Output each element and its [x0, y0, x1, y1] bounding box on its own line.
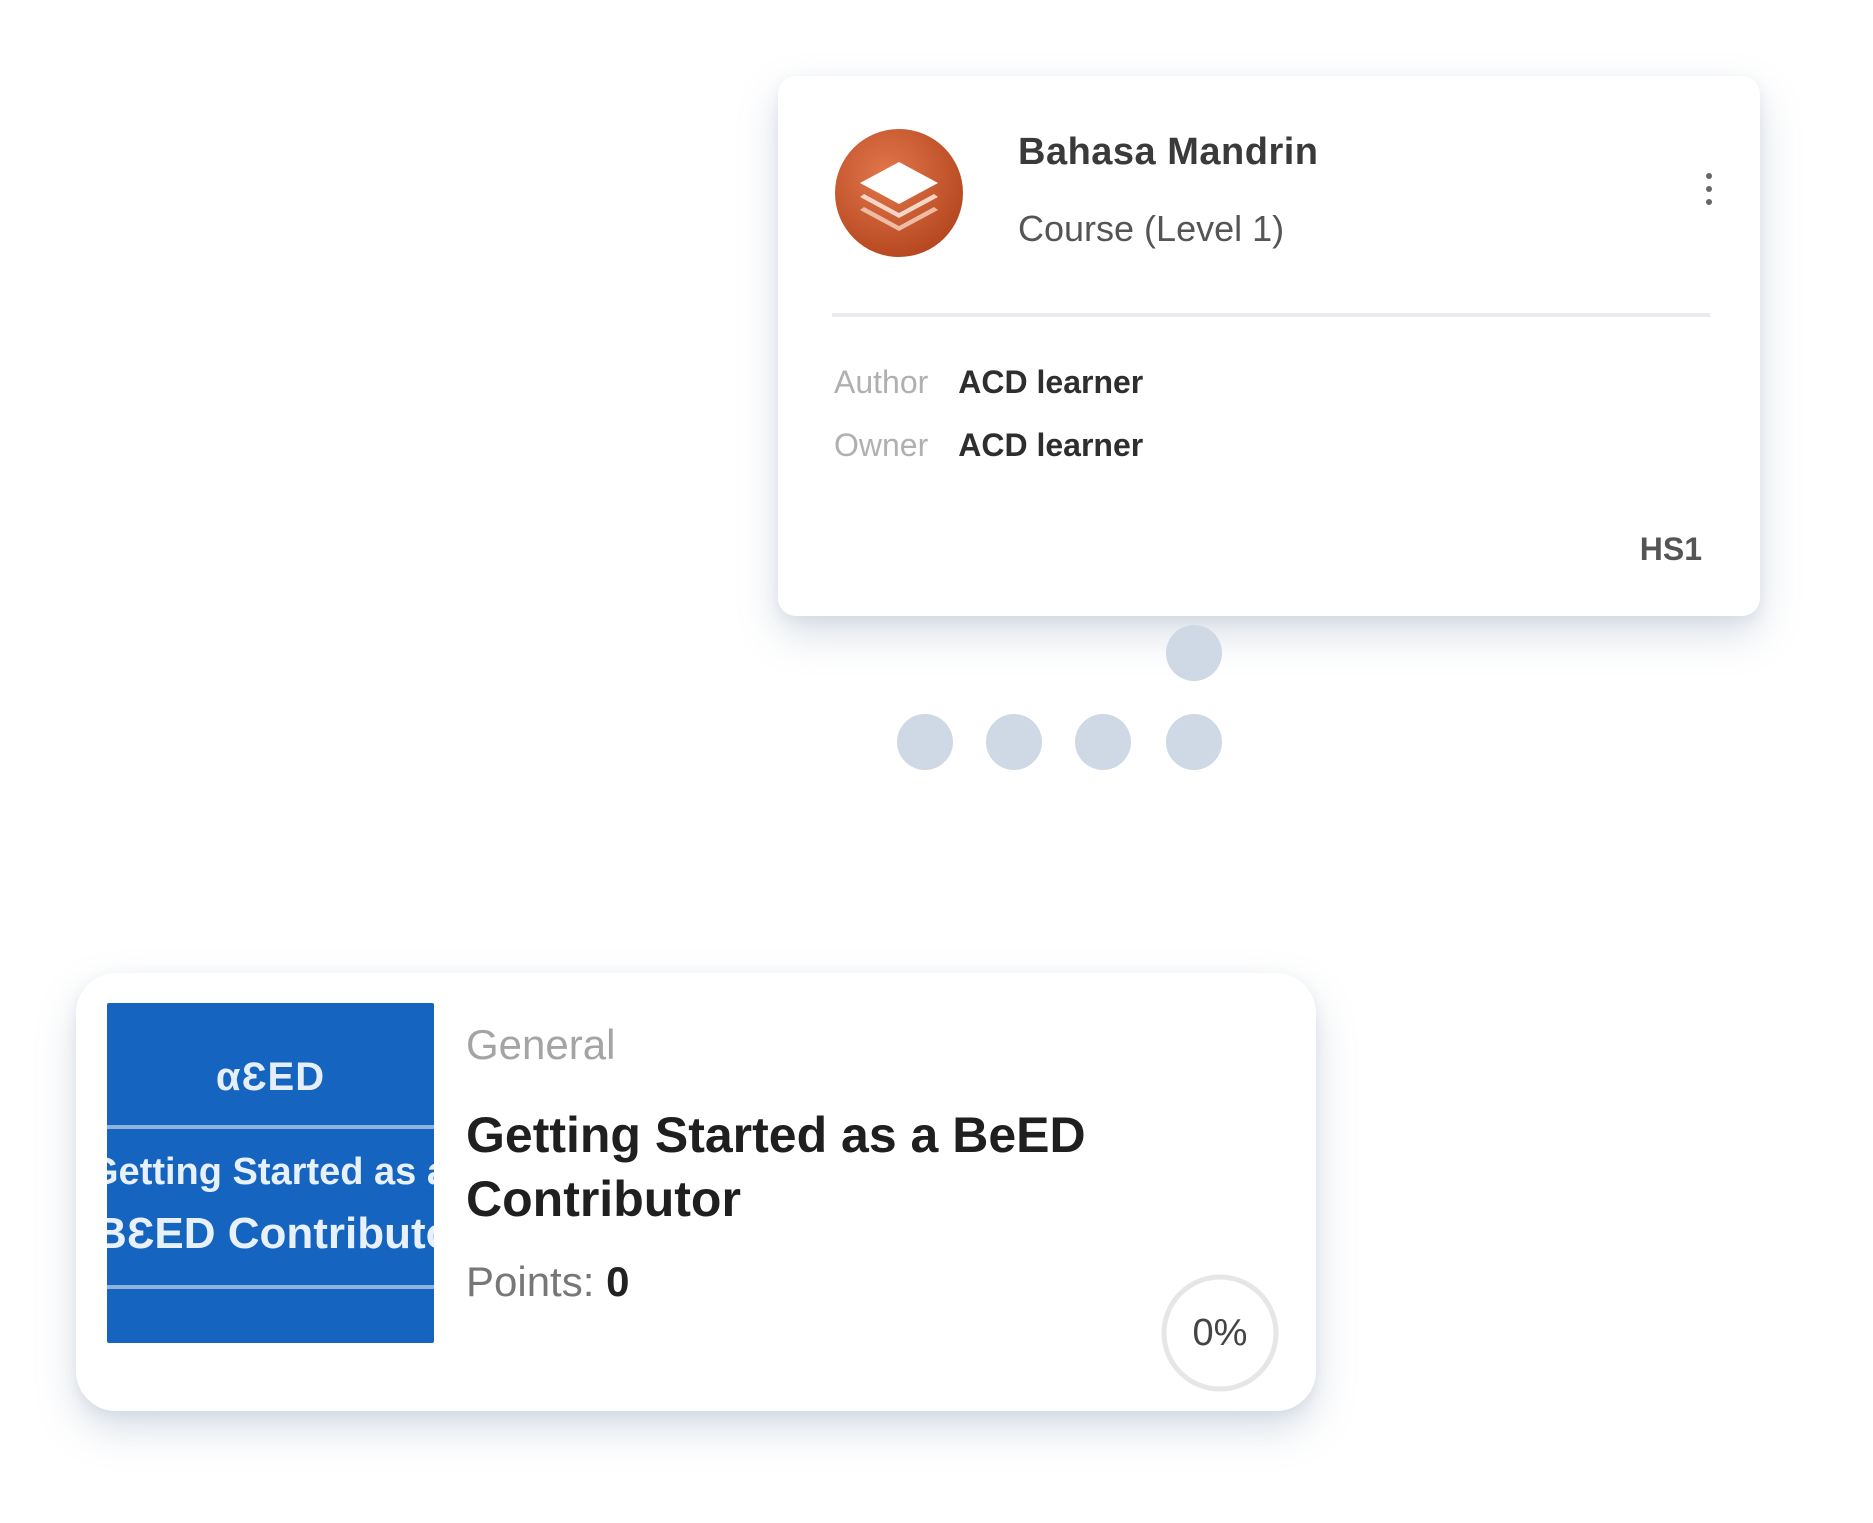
more-vertical-icon[interactable]	[1692, 164, 1726, 214]
layers-icon	[835, 129, 963, 257]
owner-row: Owner ACD learner	[834, 427, 1143, 464]
module-card[interactable]: αƐED Getting Started as a BƐED Contribut…	[76, 973, 1316, 1411]
author-row: Author ACD learner	[834, 364, 1143, 401]
course-card[interactable]: Bahasa Mandrin Course (Level 1) Author A…	[778, 76, 1760, 616]
decorative-dot	[897, 714, 953, 770]
module-title[interactable]: Getting Started as a BeED Contributor	[466, 1103, 1166, 1231]
course-code: HS1	[1639, 531, 1702, 567]
thumbnail-line1: Getting Started as a	[107, 1151, 434, 1193]
course-title[interactable]: Bahasa Mandrin	[1018, 131, 1319, 174]
course-subtitle: Course (Level 1)	[1018, 208, 1285, 249]
decorative-dot	[1166, 714, 1222, 770]
module-thumbnail: αƐED Getting Started as a BƐED Contribut…	[107, 1003, 434, 1343]
owner-label: Owner	[834, 427, 929, 463]
thumbnail-logo: αƐED	[215, 1055, 326, 1099]
thumbnail-rule	[107, 1285, 434, 1289]
author-value: ACD learner	[958, 364, 1144, 400]
decorative-dot	[986, 714, 1042, 770]
thumbnail-line2: BƐED Contributor	[107, 1209, 434, 1258]
divider	[832, 313, 1710, 317]
author-label: Author	[834, 364, 929, 400]
decorative-dot	[1075, 714, 1131, 770]
decorative-dot	[1166, 625, 1222, 681]
module-category: General	[466, 1021, 616, 1068]
points-label: Points:	[466, 1258, 595, 1305]
points-row: Points: 0	[466, 1258, 629, 1306]
progress-label: 0%	[1192, 1311, 1248, 1354]
owner-value: ACD learner	[958, 427, 1144, 463]
points-value: 0	[606, 1258, 630, 1305]
thumbnail-rule	[107, 1125, 434, 1129]
